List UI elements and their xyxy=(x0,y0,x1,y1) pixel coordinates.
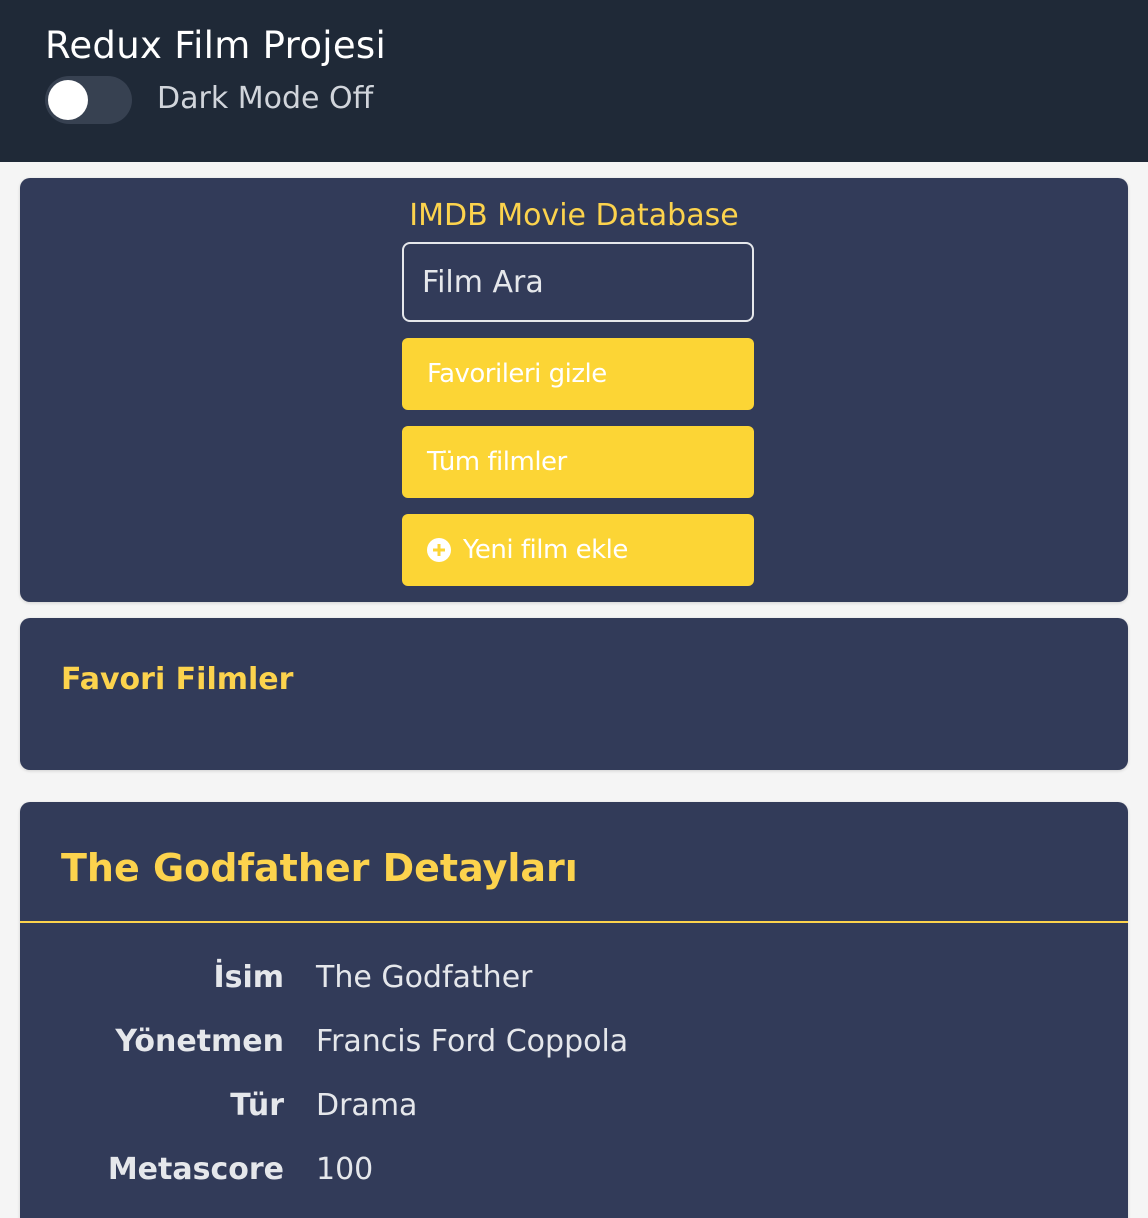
toggle-knob xyxy=(48,80,88,120)
dark-mode-label: Dark Mode Off xyxy=(157,81,374,116)
details-divider xyxy=(20,921,1128,923)
detail-key: Tür xyxy=(230,1088,284,1123)
search-input[interactable] xyxy=(402,242,754,322)
details-title: The Godfather Detayları xyxy=(61,846,578,890)
detail-value: The Godfather xyxy=(316,960,533,995)
add-movie-label: Yeni film ekle xyxy=(463,535,628,565)
add-movie-button[interactable]: Yeni film ekle xyxy=(402,514,754,586)
dark-mode-toggle[interactable] xyxy=(45,76,132,124)
plus-circle-icon xyxy=(427,538,451,562)
search-panel: IMDB Movie Database Favorileri gizle Tüm… xyxy=(20,178,1128,602)
detail-row-name: İsim The Godfather xyxy=(20,960,1128,1000)
favorites-panel: Favori Filmler xyxy=(20,618,1128,770)
detail-key: İsim xyxy=(213,960,284,995)
app-title: Redux Film Projesi xyxy=(45,24,387,67)
detail-value: Drama xyxy=(316,1088,418,1123)
favorites-title: Favori Filmler xyxy=(61,662,294,697)
hide-favorites-button[interactable]: Favorileri gizle xyxy=(402,338,754,410)
detail-key: Yönetmen xyxy=(115,1024,284,1059)
all-movies-button[interactable]: Tüm filmler xyxy=(402,426,754,498)
all-movies-label: Tüm filmler xyxy=(427,447,567,477)
database-title: IMDB Movie Database xyxy=(409,198,739,233)
detail-value: 100 xyxy=(316,1152,374,1187)
detail-value: Francis Ford Coppola xyxy=(316,1024,629,1059)
detail-row-metascore: Metascore 100 xyxy=(20,1152,1128,1192)
detail-key: Metascore xyxy=(107,1152,284,1187)
app-header: Redux Film Projesi Dark Mode Off xyxy=(0,0,1148,162)
detail-row-genre: Tür Drama xyxy=(20,1088,1128,1128)
hide-favorites-label: Favorileri gizle xyxy=(427,359,607,389)
movie-details-panel: The Godfather Detayları İsim The Godfath… xyxy=(20,802,1128,1218)
detail-row-director: Yönetmen Francis Ford Coppola xyxy=(20,1024,1128,1064)
